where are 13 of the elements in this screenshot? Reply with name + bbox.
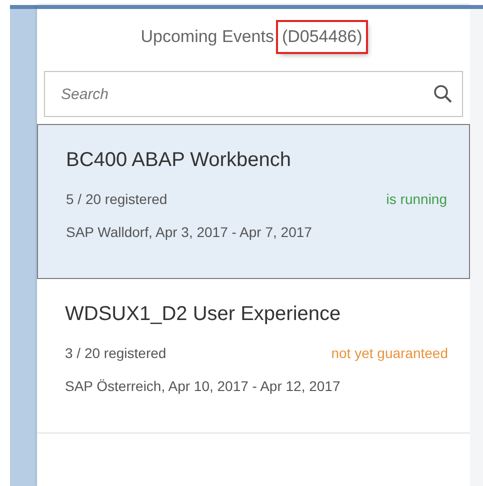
event-title: WDSUX1_D2 User Experience [65, 302, 342, 327]
registration-count: 5 / 20 registered [66, 190, 168, 209]
event-location-dates: SAP Walldorf, Apr 3, 2017 - Apr 7, 2017 [66, 223, 313, 242]
event-item[interactable]: BC400 ABAP Workbench 5 / 20 registered is running SAP Walldorf, Apr 3, 2017 - Apr 7, 2017 [37, 124, 470, 279]
search-icon[interactable] [433, 84, 453, 104]
registration-count: 3 / 20 registered [65, 344, 166, 363]
event-status: not yet guaranteed [331, 344, 448, 363]
user-id: (D054486) [278, 22, 366, 52]
search-field[interactable]: Search [44, 71, 463, 117]
panel-title: Upcoming Events [140, 26, 274, 48]
event-title: BC400 ABAP Workbench [66, 148, 292, 173]
event-status: is running [386, 190, 447, 209]
event-location-dates: SAP Österreich, Apr 10, 2017 - Apr 12, 2017 [65, 377, 342, 396]
